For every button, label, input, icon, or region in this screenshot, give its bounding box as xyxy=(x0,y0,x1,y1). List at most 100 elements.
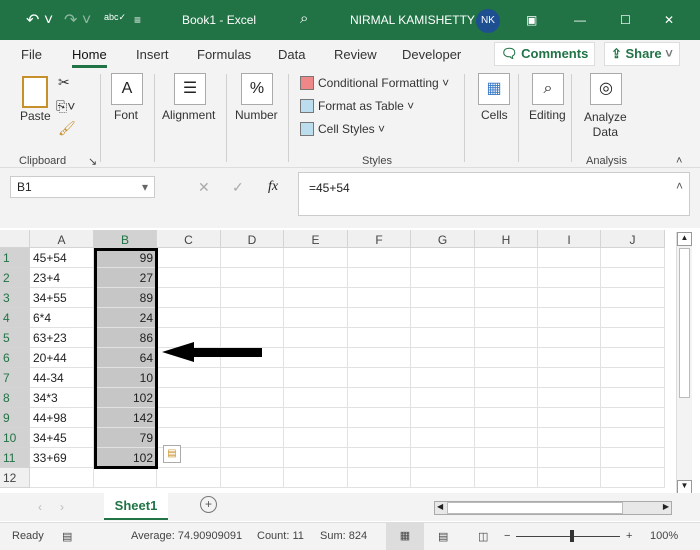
analyze-data-icon[interactable]: ◎ xyxy=(590,73,622,105)
row-header[interactable]: 11 xyxy=(0,448,30,468)
cell[interactable] xyxy=(221,448,284,468)
cell[interactable] xyxy=(157,308,221,328)
column-header-d[interactable]: D xyxy=(221,230,284,248)
cell-a4[interactable]: 6*4 xyxy=(30,308,94,328)
column-header-g[interactable]: G xyxy=(411,230,475,248)
cell[interactable] xyxy=(284,268,348,288)
customize-qat-icon[interactable]: ≡ xyxy=(134,13,141,27)
cell[interactable] xyxy=(221,468,284,488)
cell[interactable] xyxy=(284,448,348,468)
cell-a12[interactable] xyxy=(30,468,94,488)
minimize-icon[interactable]: — xyxy=(574,13,586,27)
cell[interactable] xyxy=(601,348,665,368)
cell[interactable] xyxy=(221,248,284,268)
cell[interactable] xyxy=(411,288,475,308)
cell[interactable] xyxy=(348,288,411,308)
cell[interactable] xyxy=(221,288,284,308)
cell-a1[interactable]: 45+54 xyxy=(30,248,94,268)
cell[interactable] xyxy=(284,328,348,348)
cell[interactable] xyxy=(284,388,348,408)
cell[interactable] xyxy=(348,408,411,428)
cell[interactable] xyxy=(348,468,411,488)
cell[interactable] xyxy=(411,428,475,448)
tab-developer[interactable]: Developer xyxy=(402,47,461,62)
sheet-tab-sheet1[interactable]: Sheet1 xyxy=(104,493,168,520)
enter-icon[interactable]: ✓ xyxy=(232,179,244,196)
cell[interactable] xyxy=(411,388,475,408)
cell-a6[interactable]: 20+44 xyxy=(30,348,94,368)
cell-a7[interactable]: 44-34 xyxy=(30,368,94,388)
cell[interactable] xyxy=(348,328,411,348)
column-header-h[interactable]: H xyxy=(475,230,538,248)
cell[interactable] xyxy=(348,428,411,448)
ribbon-display-icon[interactable]: ▣ xyxy=(526,13,537,27)
cell[interactable] xyxy=(538,388,601,408)
cell[interactable] xyxy=(475,328,538,348)
scroll-up-icon[interactable]: ▲ xyxy=(677,232,692,246)
column-header-i[interactable]: I xyxy=(538,230,601,248)
cell[interactable] xyxy=(601,288,665,308)
cell[interactable] xyxy=(284,308,348,328)
cell-a11[interactable]: 33+69 xyxy=(30,448,94,468)
cell[interactable] xyxy=(538,248,601,268)
cell[interactable] xyxy=(538,428,601,448)
column-header-c[interactable]: C xyxy=(157,230,221,248)
scroll-left-icon[interactable]: ◀ xyxy=(437,502,443,511)
cell[interactable] xyxy=(538,408,601,428)
zoom-slider-thumb[interactable] xyxy=(570,530,574,542)
cell[interactable] xyxy=(538,328,601,348)
accessibility-icon[interactable]: ▤ xyxy=(62,530,72,543)
cell[interactable] xyxy=(221,268,284,288)
column-header-b[interactable]: B xyxy=(94,230,157,248)
row-header[interactable]: 8 xyxy=(0,388,30,408)
cut-icon[interactable]: ✂ xyxy=(58,74,70,91)
conditional-formatting-button[interactable]: Conditional Formatting ˅ xyxy=(300,76,449,90)
cell[interactable] xyxy=(475,468,538,488)
cell[interactable] xyxy=(284,428,348,448)
cell[interactable] xyxy=(475,348,538,368)
tab-review[interactable]: Review xyxy=(334,47,377,62)
column-header-j[interactable]: J xyxy=(601,230,665,248)
cell[interactable] xyxy=(475,388,538,408)
cell[interactable] xyxy=(411,468,475,488)
paste-button[interactable]: Paste xyxy=(20,109,51,123)
row-header[interactable]: 5 xyxy=(0,328,30,348)
page-layout-icon[interactable]: ▤ xyxy=(438,530,448,543)
cell[interactable] xyxy=(221,308,284,328)
cell-b12[interactable] xyxy=(94,468,157,488)
spelling-icon[interactable]: abc✓ xyxy=(104,12,126,23)
close-icon[interactable]: ✕ xyxy=(664,13,674,27)
cell[interactable] xyxy=(348,368,411,388)
cell[interactable] xyxy=(221,408,284,428)
format-painter-icon[interactable]: 🖌 xyxy=(58,120,76,137)
cell[interactable] xyxy=(348,348,411,368)
cell[interactable] xyxy=(157,388,221,408)
cell[interactable] xyxy=(475,428,538,448)
cell[interactable] xyxy=(601,248,665,268)
cell-a9[interactable]: 44+98 xyxy=(30,408,94,428)
normal-view-icon[interactable]: ▦ xyxy=(386,523,424,550)
row-header[interactable]: 10 xyxy=(0,428,30,448)
row-header[interactable]: 3 xyxy=(0,288,30,308)
add-sheet-icon[interactable]: + xyxy=(200,496,217,513)
scroll-down-icon[interactable]: ▼ xyxy=(677,480,692,494)
cancel-icon[interactable]: ✕ xyxy=(198,179,210,196)
number-icon[interactable]: % xyxy=(241,73,273,105)
page-break-icon[interactable]: ◫ xyxy=(478,530,488,543)
cell[interactable] xyxy=(538,308,601,328)
cell[interactable] xyxy=(601,388,665,408)
cell[interactable] xyxy=(538,268,601,288)
cell[interactable] xyxy=(601,328,665,348)
row-header[interactable]: 9 xyxy=(0,408,30,428)
font-icon[interactable]: A xyxy=(111,73,143,105)
cell[interactable] xyxy=(538,288,601,308)
cell[interactable] xyxy=(538,368,601,388)
analyze-data-button[interactable]: Analyze Data xyxy=(584,110,627,140)
tab-file[interactable]: File xyxy=(21,47,42,62)
alignment-icon[interactable]: ☰ xyxy=(174,73,206,105)
cell[interactable] xyxy=(411,248,475,268)
cell[interactable] xyxy=(284,348,348,368)
share-button[interactable]: ⇪ Share ˅ xyxy=(604,42,680,66)
cell[interactable] xyxy=(601,308,665,328)
zoom-in-icon[interactable]: + xyxy=(626,530,632,542)
